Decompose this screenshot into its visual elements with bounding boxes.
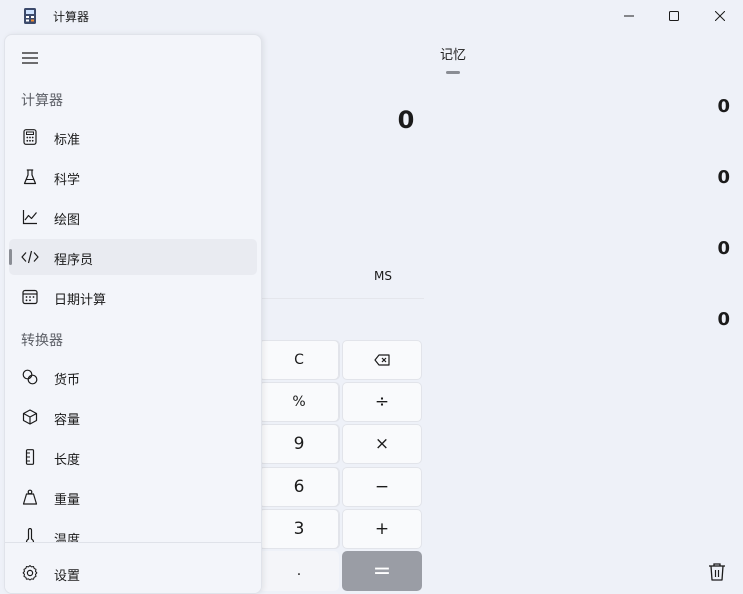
memory-store-button[interactable]: MS	[355, 262, 411, 290]
minus-button[interactable]: −	[342, 467, 422, 507]
nav-item-length[interactable]: 长度	[9, 439, 257, 475]
nav-item-standard[interactable]: 标准	[9, 119, 257, 155]
cube-icon	[21, 408, 39, 426]
divide-button[interactable]: ÷	[342, 382, 422, 422]
nav-item-label: 程序员	[54, 253, 94, 268]
hamburger-icon	[22, 52, 38, 64]
currency-icon	[21, 368, 39, 386]
nav-item-settings[interactable]: 设置	[9, 555, 257, 591]
digit-3-button[interactable]: 3	[259, 509, 339, 549]
calendar-icon	[21, 288, 39, 306]
nav-item-currency[interactable]: 货币	[9, 359, 257, 395]
nav-item-label: 设置	[54, 569, 81, 584]
menu-button[interactable]	[17, 47, 43, 69]
trash-icon	[709, 563, 725, 581]
nav-item-graphing[interactable]: 绘图	[9, 199, 257, 235]
multiply-button[interactable]: ×	[342, 424, 422, 464]
nav-item-label: 容量	[54, 413, 81, 428]
decimal-button[interactable]: .	[259, 551, 339, 591]
nav-item-label: 重量	[54, 493, 81, 508]
percent-button[interactable]: %	[259, 382, 339, 422]
nav-item-scientific[interactable]: 科学	[9, 159, 257, 195]
backspace-icon	[374, 354, 390, 366]
maximize-button[interactable]	[651, 0, 697, 32]
navigation-pane: 计算器 标准 科学 绘图 程序员 日期计算 转换器 货币 容量 长度 重量 温度…	[4, 34, 262, 594]
minimize-icon	[624, 15, 634, 17]
digit-6-button[interactable]: 6	[259, 467, 339, 507]
flask-icon	[21, 168, 39, 186]
nav-item-label: 绘图	[54, 213, 81, 228]
clear-button[interactable]: C	[259, 340, 339, 380]
result-display: 0	[397, 106, 415, 134]
close-button[interactable]	[697, 0, 743, 32]
nav-item-label: 日期计算	[54, 293, 107, 308]
nav-item-label: 科学	[54, 173, 81, 188]
memory-value[interactable]: 0	[690, 238, 730, 259]
window-title: 计算器	[53, 10, 90, 24]
nav-item-volume[interactable]: 容量	[9, 399, 257, 435]
graph-icon	[21, 208, 39, 226]
nav-item-label: 货币	[54, 373, 81, 388]
selection-indicator	[9, 249, 12, 265]
memory-value[interactable]: 0	[690, 309, 730, 330]
ruler-icon	[21, 448, 39, 466]
memory-tab[interactable]: 记忆	[420, 44, 486, 63]
minimize-button[interactable]	[606, 0, 652, 32]
weight-icon	[21, 488, 39, 506]
divider	[260, 298, 424, 299]
plus-button[interactable]: +	[342, 509, 422, 549]
clear-memory-button[interactable]	[708, 562, 728, 582]
code-icon	[21, 248, 39, 266]
memory-tab-indicator	[446, 71, 460, 74]
gear-icon	[21, 564, 39, 582]
close-icon	[715, 11, 725, 21]
title-bar: 计算器	[0, 0, 743, 32]
converter-section-heading: 转换器	[21, 333, 63, 349]
memory-value[interactable]: 0	[690, 96, 730, 117]
calculator-app-icon	[24, 8, 36, 24]
nav-item-weight[interactable]: 重量	[9, 479, 257, 515]
memory-value[interactable]: 0	[690, 167, 730, 188]
nav-item-date-calculation[interactable]: 日期计算	[9, 279, 257, 315]
maximize-icon	[669, 11, 679, 21]
nav-item-label: 长度	[54, 453, 81, 468]
nav-item-label: 标准	[54, 133, 81, 148]
nav-item-programmer[interactable]: 程序员	[9, 239, 257, 275]
calculator-section-heading: 计算器	[21, 93, 63, 109]
equals-button[interactable]: =	[342, 551, 422, 591]
digit-9-button[interactable]: 9	[259, 424, 339, 464]
standard-calculator-icon	[21, 128, 39, 146]
backspace-button[interactable]	[342, 340, 422, 380]
